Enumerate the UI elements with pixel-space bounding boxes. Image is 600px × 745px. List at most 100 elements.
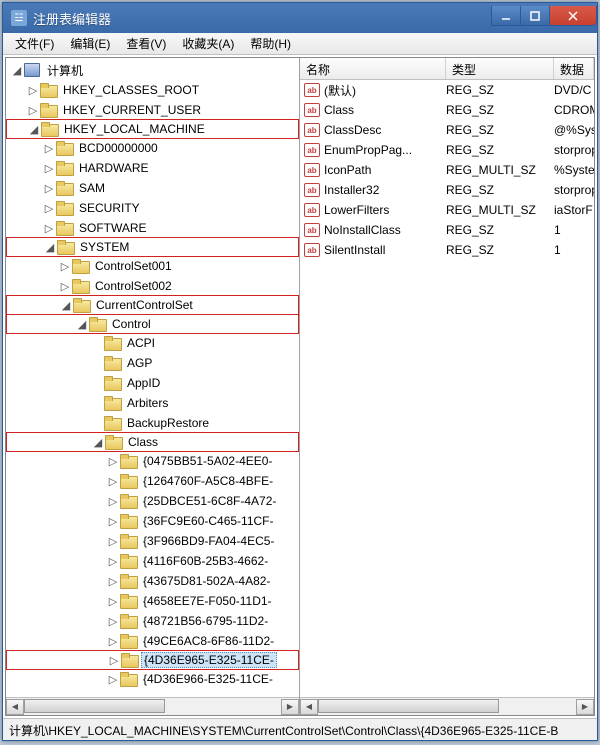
tree-node[interactable]: BackupRestore: [6, 413, 299, 433]
tree-node[interactable]: ▷{43675D81-502A-4A82-: [6, 571, 299, 591]
tree-node[interactable]: ▷HARDWARE: [6, 158, 299, 178]
expand-icon[interactable]: ◢: [91, 436, 105, 449]
tree-node[interactable]: ▷{36FC9E60-C465-11CF-: [6, 511, 299, 531]
col-data[interactable]: 数据: [554, 58, 594, 79]
expand-icon[interactable]: ◢: [10, 64, 24, 77]
tree-node[interactable]: ▷ {4D36E966-E325-11CE-: [6, 669, 299, 689]
folder-icon: [56, 201, 72, 215]
expand-icon[interactable]: ◢: [43, 241, 57, 254]
value-row[interactable]: abClassDescREG_SZ@%Sys: [300, 120, 594, 140]
value-data: 1: [554, 223, 594, 237]
tree-label: {4D36E966-E325-11CE-: [140, 671, 276, 687]
menu-file[interactable]: 文件(F): [7, 33, 62, 54]
expand-icon[interactable]: ◢: [27, 123, 41, 136]
tree-node[interactable]: ▷SECURITY: [6, 198, 299, 218]
tree-node[interactable]: ◢Control: [6, 314, 299, 334]
col-name[interactable]: 名称: [300, 58, 446, 79]
collapse-icon[interactable]: ▷: [26, 84, 40, 97]
tree-node[interactable]: ◢CurrentControlSet: [6, 295, 299, 315]
collapse-icon[interactable]: ▷: [58, 280, 72, 293]
content-split: ◢计算机▷HKEY_CLASSES_ROOT▷HKEY_CURRENT_USER…: [5, 57, 595, 716]
tree-node[interactable]: ▷HKEY_CURRENT_USER: [6, 100, 299, 120]
scroll-left-button[interactable]: ◀: [6, 699, 24, 715]
tree-node[interactable]: ▷ControlSet002: [6, 276, 299, 296]
value-row[interactable]: abNoInstallClassREG_SZ1: [300, 220, 594, 240]
value-row[interactable]: ab(默认)REG_SZDVD/C: [300, 80, 594, 100]
tree-node[interactable]: ◢HKEY_LOCAL_MACHINE: [6, 119, 299, 139]
tree-body[interactable]: ◢计算机▷HKEY_CLASSES_ROOT▷HKEY_CURRENT_USER…: [6, 58, 299, 697]
collapse-icon[interactable]: ▷: [106, 595, 120, 608]
collapse-icon[interactable]: ▷: [42, 142, 56, 155]
menu-view[interactable]: 查看(V): [118, 33, 174, 54]
collapse-icon[interactable]: ▷: [58, 260, 72, 273]
value-type: REG_SZ: [446, 183, 554, 197]
value-row[interactable]: abClassREG_SZCDROM: [300, 100, 594, 120]
collapse-icon[interactable]: ▷: [107, 654, 121, 667]
tree-hscroll[interactable]: ◀ ▶: [6, 697, 299, 715]
scroll-track[interactable]: [318, 699, 576, 715]
collapse-icon[interactable]: ▷: [42, 202, 56, 215]
value-row[interactable]: abInstaller32REG_SZstorprop: [300, 180, 594, 200]
scroll-thumb[interactable]: [318, 699, 499, 713]
tree-node[interactable]: ▷{4116F60B-25B3-4662-: [6, 551, 299, 571]
value-row[interactable]: abLowerFiltersREG_MULTI_SZiaStorF: [300, 200, 594, 220]
maximize-button[interactable]: [520, 6, 550, 26]
collapse-icon[interactable]: ▷: [106, 615, 120, 628]
list-hscroll[interactable]: ◀ ▶: [300, 697, 594, 715]
tree-node[interactable]: ◢计算机: [6, 60, 299, 80]
scroll-track[interactable]: [24, 699, 281, 715]
tree-node[interactable]: AppID: [6, 373, 299, 393]
tree-node[interactable]: ◢Class: [6, 432, 299, 452]
collapse-icon[interactable]: ▷: [106, 475, 120, 488]
collapse-icon[interactable]: ▷: [106, 515, 120, 528]
expand-icon[interactable]: ◢: [59, 299, 73, 312]
scroll-right-button[interactable]: ▶: [576, 699, 594, 715]
menu-help[interactable]: 帮助(H): [242, 33, 299, 54]
collapse-icon[interactable]: ▷: [42, 162, 56, 175]
tree-node[interactable]: ▷{48721B56-6795-11D2-: [6, 611, 299, 631]
collapse-icon[interactable]: ▷: [106, 455, 120, 468]
scroll-right-button[interactable]: ▶: [281, 699, 299, 715]
tree-node[interactable]: ▷SOFTWARE: [6, 218, 299, 238]
menu-edit[interactable]: 编辑(E): [62, 33, 118, 54]
tree-node[interactable]: ▷SAM: [6, 178, 299, 198]
collapse-icon[interactable]: ▷: [106, 635, 120, 648]
collapse-icon[interactable]: ▷: [42, 222, 56, 235]
tree-node[interactable]: ▷{25DBCE51-6C8F-4A72-: [6, 491, 299, 511]
tree-node[interactable]: ◢SYSTEM: [6, 237, 299, 257]
collapse-icon[interactable]: ▷: [106, 535, 120, 548]
expand-icon[interactable]: ◢: [75, 318, 89, 331]
titlebar[interactable]: ☳ 注册表编辑器: [3, 3, 597, 33]
close-button[interactable]: [549, 6, 597, 26]
tree-node[interactable]: ▷ BCD00000000: [6, 138, 299, 158]
col-type[interactable]: 类型: [446, 58, 554, 79]
tree-node[interactable]: ▷{0475BB51-5A02-4EE0-: [6, 451, 299, 471]
value-row[interactable]: abIconPathREG_MULTI_SZ%Syste: [300, 160, 594, 180]
scroll-thumb[interactable]: [24, 699, 165, 713]
string-value-icon: ab: [304, 183, 320, 197]
tree-node[interactable]: ▷{3F966BD9-FA04-4EC5-: [6, 531, 299, 551]
list-body[interactable]: ab(默认)REG_SZDVD/CabClassREG_SZCDROMabCla…: [300, 80, 594, 697]
collapse-icon[interactable]: ▷: [106, 673, 120, 686]
tree-node[interactable]: Arbiters: [6, 393, 299, 413]
folder-icon: [105, 435, 121, 449]
collapse-icon[interactable]: ▷: [106, 555, 120, 568]
tree-node[interactable]: ACPI: [6, 333, 299, 353]
tree-node[interactable]: ▷{1264760F-A5C8-4BFE-: [6, 471, 299, 491]
tree-node[interactable]: AGP: [6, 353, 299, 373]
value-row[interactable]: abEnumPropPag...REG_SZstorprop: [300, 140, 594, 160]
minimize-button[interactable]: [491, 6, 521, 26]
tree-node[interactable]: ▷{4D36E965-E325-11CE-: [6, 650, 299, 670]
value-row[interactable]: abSilentInstallREG_SZ1: [300, 240, 594, 260]
collapse-icon[interactable]: ▷: [106, 575, 120, 588]
menu-favorites[interactable]: 收藏夹(A): [174, 33, 242, 54]
tree-node[interactable]: ▷{4658EE7E-F050-11D1-: [6, 591, 299, 611]
tree-node[interactable]: ▷{49CE6AC8-6F86-11D2-: [6, 631, 299, 651]
tree-node[interactable]: ▷ControlSet001: [6, 256, 299, 276]
collapse-icon[interactable]: ▷: [42, 182, 56, 195]
tree-label: BCD00000000: [76, 140, 161, 156]
collapse-icon[interactable]: ▷: [106, 495, 120, 508]
collapse-icon[interactable]: ▷: [26, 104, 40, 117]
tree-node[interactable]: ▷HKEY_CLASSES_ROOT: [6, 80, 299, 100]
scroll-left-button[interactable]: ◀: [300, 699, 318, 715]
